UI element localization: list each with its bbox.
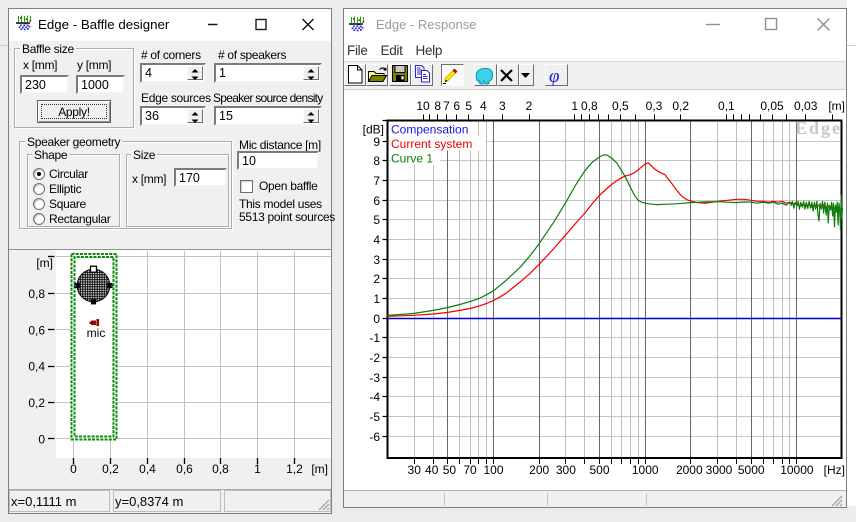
svg-text:30: 30 [408, 463, 422, 477]
svg-text:3: 3 [373, 253, 380, 267]
svg-text:φ: φ [549, 66, 560, 87]
svg-text:500: 500 [589, 463, 609, 477]
svg-text:100: 100 [483, 463, 503, 477]
svg-text:0,6: 0,6 [176, 462, 193, 476]
svg-text:-2: -2 [369, 351, 380, 365]
svg-text:-6: -6 [369, 430, 380, 444]
svg-text:6: 6 [373, 194, 380, 208]
svg-text:0,8: 0,8 [28, 287, 45, 301]
svg-text:50: 50 [443, 463, 457, 477]
svg-text:0,8: 0,8 [581, 99, 598, 113]
svg-text:1,2: 1,2 [286, 462, 303, 476]
svg-text:1: 1 [571, 99, 578, 113]
svg-text:1: 1 [254, 462, 261, 476]
svg-text:0,5: 0,5 [612, 99, 629, 113]
svg-text:8: 8 [373, 154, 380, 168]
svg-text:0,05: 0,05 [760, 99, 784, 113]
svg-text:0,8: 0,8 [212, 462, 229, 476]
svg-text:[m]: [m] [311, 462, 328, 476]
svg-text:-5: -5 [369, 410, 380, 424]
svg-text:6: 6 [453, 99, 460, 113]
svg-text:[m]: [m] [36, 256, 53, 270]
svg-text:0,1: 0,1 [718, 99, 735, 113]
svg-text:2: 2 [373, 272, 380, 286]
svg-text:0,2: 0,2 [102, 462, 119, 476]
svg-text:Curve 1: Curve 1 [391, 152, 433, 166]
svg-text:[m]: [m] [828, 99, 845, 113]
svg-text:-4: -4 [369, 390, 380, 404]
svg-text:7: 7 [443, 99, 450, 113]
svg-text:10: 10 [416, 99, 430, 113]
svg-text:0,2: 0,2 [28, 396, 45, 410]
svg-text:2000: 2000 [676, 463, 703, 477]
svg-text:8: 8 [434, 99, 441, 113]
svg-text:70: 70 [463, 463, 477, 477]
svg-text:0,4: 0,4 [28, 360, 45, 374]
svg-text:1000: 1000 [632, 463, 659, 477]
svg-text:Edge: Edge [795, 118, 842, 138]
svg-text:Compensation: Compensation [391, 123, 468, 137]
svg-text:0,2: 0,2 [672, 99, 689, 113]
svg-text:10000: 10000 [780, 463, 814, 477]
svg-text:40: 40 [425, 463, 439, 477]
svg-text:5: 5 [373, 213, 380, 227]
svg-text:0,6: 0,6 [28, 323, 45, 337]
svg-text:9: 9 [373, 135, 380, 149]
svg-text:[Hz]: [Hz] [824, 463, 845, 477]
svg-text:0: 0 [38, 433, 45, 447]
svg-text:5: 5 [465, 99, 472, 113]
svg-text:0: 0 [70, 462, 77, 476]
svg-text:2: 2 [526, 99, 533, 113]
svg-text:0: 0 [373, 312, 380, 326]
svg-text:-3: -3 [369, 371, 380, 385]
svg-text:mic: mic [87, 326, 106, 340]
svg-text:200: 200 [529, 463, 549, 477]
svg-text:3000: 3000 [706, 463, 733, 477]
svg-text:4: 4 [373, 233, 380, 247]
svg-text:4: 4 [480, 99, 487, 113]
svg-text:-1: -1 [369, 331, 380, 345]
svg-text:300: 300 [556, 463, 576, 477]
svg-text:0,4: 0,4 [139, 462, 156, 476]
svg-text:5000: 5000 [738, 463, 765, 477]
svg-text:1: 1 [373, 292, 380, 306]
svg-text:0,03: 0,03 [794, 99, 818, 113]
svg-text:3: 3 [499, 99, 506, 113]
svg-text:Current system: Current system [391, 137, 472, 151]
svg-text:7: 7 [373, 174, 380, 188]
svg-text:0,3: 0,3 [646, 99, 663, 113]
svg-text:[dB]: [dB] [363, 123, 384, 137]
